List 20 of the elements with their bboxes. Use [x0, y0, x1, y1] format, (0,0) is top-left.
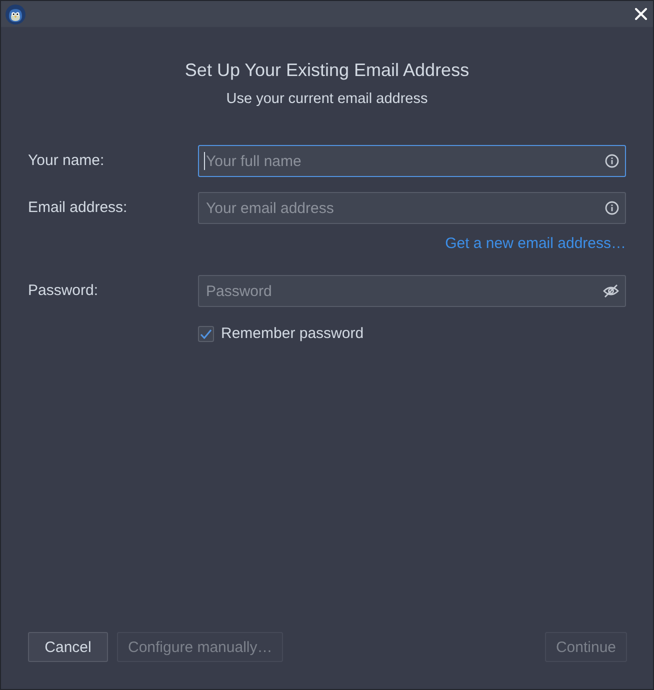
password-field[interactable]: Password	[198, 275, 626, 307]
eye-slash-icon[interactable]	[603, 284, 619, 298]
remember-password-checkbox[interactable]	[198, 326, 214, 342]
text-cursor	[204, 152, 205, 170]
checkbox-label[interactable]: Remember password	[221, 325, 364, 343]
email-field[interactable]: Your email address	[198, 192, 626, 224]
name-field[interactable]: Your full name	[198, 145, 626, 177]
dialog-title: Set Up Your Existing Email Address	[184, 59, 470, 81]
info-icon	[605, 201, 619, 215]
close-icon	[635, 8, 647, 20]
checkmark-icon	[200, 329, 212, 339]
field-label: Email address:	[28, 199, 128, 217]
dialog-subtitle: Use your current email address	[226, 90, 428, 108]
field-label: Password:	[28, 282, 98, 300]
bird-icon	[5, 4, 26, 24]
close-button[interactable]	[635, 8, 647, 20]
new-email-address-link[interactable]: Get a new email address…	[445, 235, 626, 253]
field-label: Your name:	[28, 152, 104, 170]
dialog-button[interactable]: Cancel	[28, 632, 108, 662]
info-icon	[605, 154, 619, 168]
